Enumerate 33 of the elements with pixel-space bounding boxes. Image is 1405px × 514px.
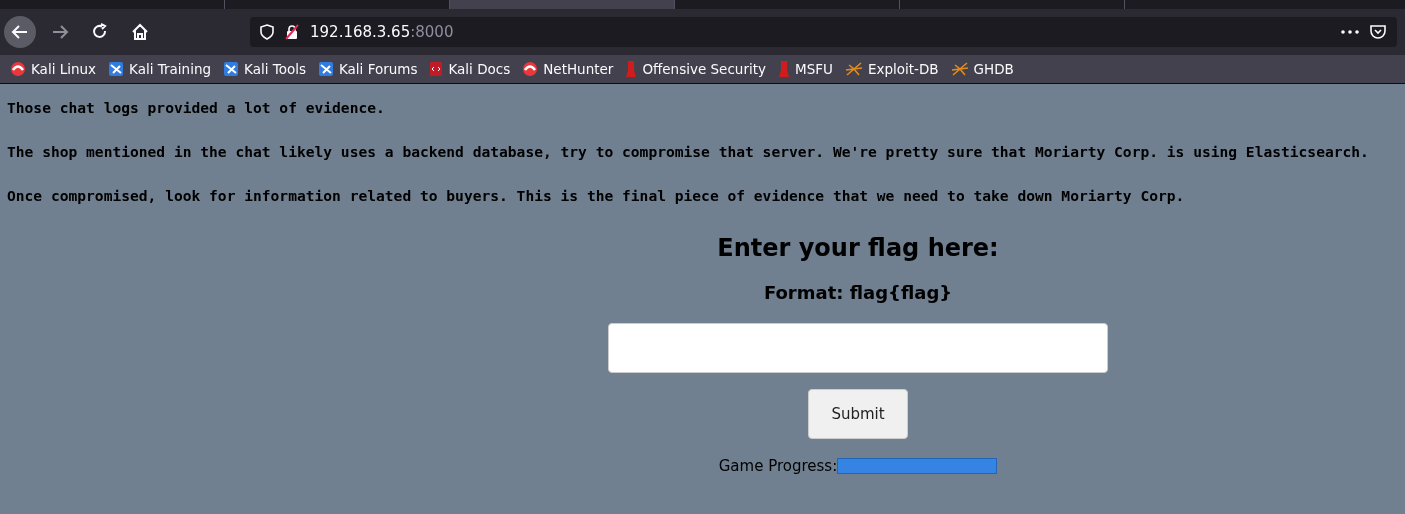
submit-button[interactable]: Submit xyxy=(808,389,908,439)
address-bar[interactable]: 192.168.3.65:8000 xyxy=(250,17,1397,47)
progress-label: Game Progress: xyxy=(718,457,838,475)
book-icon xyxy=(429,61,444,77)
bookmark[interactable]: Kali Docs xyxy=(429,61,511,77)
format-hint: Format: flag{flag} xyxy=(763,282,953,303)
forward-arrow-icon xyxy=(51,23,69,41)
form-heading: Enter your flag here: xyxy=(717,234,999,262)
kali-icon xyxy=(10,61,26,77)
shield-icon xyxy=(260,24,274,40)
instruction-text: Those chat logs provided a lot of evidence. xyxy=(7,100,386,116)
flag-input[interactable] xyxy=(608,323,1108,373)
url-port: :8000 xyxy=(410,23,454,41)
insecure-lock-icon xyxy=(284,24,300,40)
bookmark[interactable]: Kali Training xyxy=(108,61,211,77)
bookmark[interactable]: Kali Linux xyxy=(10,61,97,77)
home-icon xyxy=(131,23,149,41)
pocket-icon[interactable] xyxy=(1369,24,1387,40)
reload-icon xyxy=(91,23,109,41)
bookmark[interactable]: GHDB xyxy=(950,61,1014,77)
back-arrow-icon xyxy=(11,23,29,41)
bookmark[interactable]: Exploit-DB xyxy=(844,61,939,77)
bookmark[interactable]: Kali Tools xyxy=(223,61,306,77)
kali-icon xyxy=(522,61,539,77)
bookmark[interactable]: Offensive Security xyxy=(625,60,766,78)
url-host: 192.168.3.65 xyxy=(310,23,411,41)
bookmark[interactable]: MSFU xyxy=(778,60,833,78)
back-button[interactable] xyxy=(4,16,36,48)
instruction-text: Once compromised, look for information related to buyers. This is the final piece of evidence that we need to take down Moriarty Corp. xyxy=(7,188,1186,204)
bookmark[interactable]: NetHunter xyxy=(522,61,614,77)
more-icon[interactable] xyxy=(1341,30,1359,34)
bookmark[interactable]: Kali Forums xyxy=(317,61,418,77)
instruction-text: The shop mentioned in the chat likely uses a backend database, try to compromise that server. We're pretty sure that Moriarty Corp. is using Elasticsearch. xyxy=(7,144,1370,160)
